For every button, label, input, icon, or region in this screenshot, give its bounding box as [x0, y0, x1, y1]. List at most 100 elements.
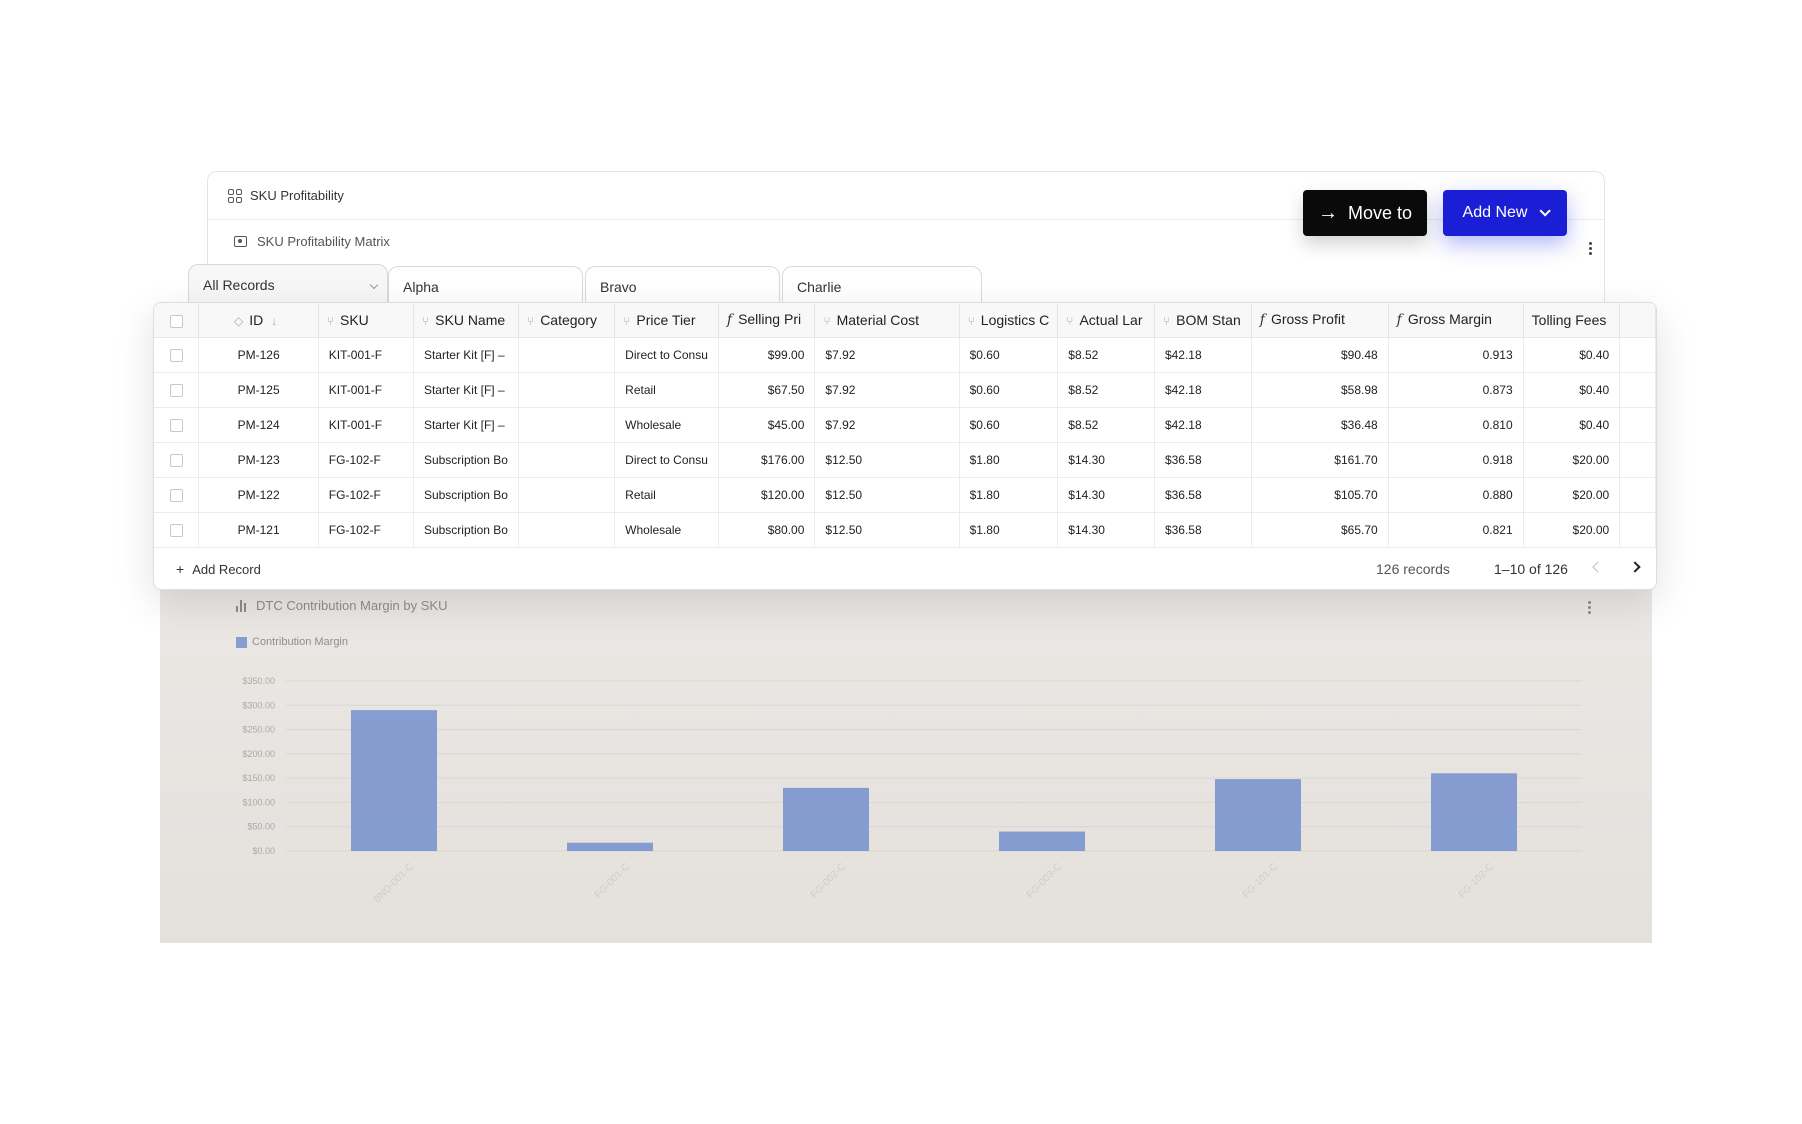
col-sku-name[interactable]: ⑂ SKU Name [413, 303, 519, 338]
table-cell[interactable]: Subscription Bo [413, 512, 519, 548]
table-row[interactable]: PM-126 KIT-001-F Starter Kit [F] – Direct t… [154, 337, 1656, 373]
tab-alpha[interactable]: Alpha [388, 266, 583, 304]
table-cell[interactable]: $0.40 [1523, 372, 1621, 408]
table-cell[interactable]: $0.60 [959, 372, 1059, 408]
table-cell[interactable]: PM-125 [198, 372, 319, 408]
table-cell[interactable] [518, 372, 616, 408]
table-cell[interactable]: PM-126 [198, 337, 319, 373]
table-cell[interactable] [518, 337, 616, 373]
table-cell[interactable]: $65.70 [1251, 512, 1389, 548]
col-gross-margin[interactable]: f Gross Margin [1388, 303, 1524, 338]
table-row[interactable]: PM-122 FG-102-F Subscription Bo Retail $120.… [154, 477, 1656, 513]
table-cell[interactable] [518, 407, 616, 443]
table-cell[interactable]: $42.18 [1154, 337, 1252, 373]
table-cell[interactable]: $36.48 [1251, 407, 1389, 443]
table-cell[interactable]: Subscription Bo [413, 477, 519, 513]
table-cell[interactable]: 0.918 [1388, 442, 1524, 478]
tab-bravo[interactable]: Bravo [585, 266, 780, 304]
col-actual-landed[interactable]: ⑂ Actual Lar [1057, 303, 1155, 338]
col-tolling-fees[interactable]: Tolling Fees [1523, 303, 1621, 338]
table-cell[interactable]: $8.52 [1057, 337, 1155, 373]
table-cell[interactable] [518, 477, 616, 513]
table-cell[interactable]: PM-124 [198, 407, 319, 443]
table-cell[interactable]: $14.30 [1057, 512, 1155, 548]
table-cell[interactable]: PM-122 [198, 477, 319, 513]
table-cell[interactable]: $1.80 [959, 477, 1059, 513]
table-cell[interactable]: $42.18 [1154, 407, 1252, 443]
col-material-cost[interactable]: ⑂ Material Cost [814, 303, 960, 338]
table-row[interactable]: PM-121 FG-102-F Subscription Bo Wholesale $8… [154, 512, 1656, 548]
row-select-cell[interactable] [154, 337, 200, 373]
table-cell[interactable]: Starter Kit [F] – [413, 407, 519, 443]
table-cell[interactable]: 0.873 [1388, 372, 1524, 408]
table-cell[interactable]: $67.50 [718, 372, 816, 408]
col-category[interactable]: ⑂ Category [518, 303, 616, 338]
table-cell[interactable]: $36.58 [1154, 442, 1252, 478]
table-cell[interactable]: $42.18 [1154, 372, 1252, 408]
table-row[interactable]: PM-124 KIT-001-F Starter Kit [F] – Wholesal… [154, 407, 1656, 443]
table-row[interactable]: PM-125 KIT-001-F Starter Kit [F] – Retail $6… [154, 372, 1656, 408]
table-cell[interactable]: Starter Kit [F] – [413, 372, 519, 408]
table-cell[interactable]: $14.30 [1057, 477, 1155, 513]
col-logistics-cost[interactable]: ⑂ Logistics C [959, 303, 1059, 338]
table-cell[interactable]: KIT-001-F [318, 407, 414, 443]
table-cell[interactable]: Retail [614, 477, 719, 513]
table-cell[interactable]: Retail [614, 372, 719, 408]
table-cell[interactable]: $120.00 [718, 477, 816, 513]
table-cell[interactable]: $1.80 [959, 512, 1059, 548]
row-checkbox[interactable] [169, 348, 183, 362]
col-id[interactable]: ◇ ID ↓ [198, 303, 319, 338]
tab-charlie[interactable]: Charlie [782, 266, 982, 304]
add-new-button[interactable]: Add New [1443, 190, 1567, 236]
table-row[interactable]: PM-123 FG-102-F Subscription Bo Direct to C… [154, 442, 1656, 478]
table-cell[interactable]: $20.00 [1523, 512, 1621, 548]
table-cell[interactable]: Direct to Consu [614, 337, 719, 373]
table-cell[interactable]: $20.00 [1523, 442, 1621, 478]
row-checkbox[interactable] [169, 418, 183, 432]
row-checkbox[interactable] [169, 453, 183, 467]
table-cell[interactable]: $80.00 [718, 512, 816, 548]
table-cell[interactable]: $0.60 [959, 407, 1059, 443]
chevron-left-icon[interactable] [1592, 561, 1604, 573]
table-cell[interactable]: $99.00 [718, 337, 816, 373]
move-to-button[interactable]: → Move to [1303, 190, 1427, 236]
table-cell[interactable]: PM-123 [198, 442, 319, 478]
row-select-cell[interactable] [154, 372, 200, 408]
row-select-cell[interactable] [154, 512, 200, 548]
col-sku[interactable]: ⑂ SKU [318, 303, 414, 338]
chevron-down-icon[interactable] [1539, 205, 1552, 217]
table-cell[interactable]: $12.50 [814, 442, 960, 478]
table-cell[interactable]: KIT-001-F [318, 337, 414, 373]
table-cell[interactable]: $90.48 [1251, 337, 1389, 373]
table-cell[interactable]: FG-102-F [318, 442, 414, 478]
table-cell[interactable]: $58.98 [1251, 372, 1389, 408]
table-cell[interactable]: $8.52 [1057, 407, 1155, 443]
col-price-tier[interactable]: ⑂ Price Tier [614, 303, 719, 338]
select-all-cell[interactable] [154, 303, 200, 338]
table-cell[interactable]: PM-121 [198, 512, 319, 548]
table-cell[interactable]: $161.70 [1251, 442, 1389, 478]
table-cell[interactable]: $105.70 [1251, 477, 1389, 513]
table-cell[interactable]: Wholesale [614, 407, 719, 443]
table-cell[interactable]: Wholesale [614, 512, 719, 548]
row-select-cell[interactable] [154, 477, 200, 513]
tab-all-records[interactable]: All Records [188, 264, 388, 304]
table-cell[interactable]: $0.60 [959, 337, 1059, 373]
chevron-right-icon[interactable] [1629, 561, 1641, 573]
table-cell[interactable]: KIT-001-F [318, 372, 414, 408]
table-cell[interactable]: $20.00 [1523, 477, 1621, 513]
table-cell[interactable]: $0.40 [1523, 337, 1621, 373]
table-cell[interactable] [518, 512, 616, 548]
row-checkbox[interactable] [169, 523, 183, 537]
table-cell[interactable]: $14.30 [1057, 442, 1155, 478]
col-gross-profit[interactable]: f Gross Profit [1251, 303, 1389, 338]
table-cell[interactable]: $0.40 [1523, 407, 1621, 443]
table-cell[interactable]: $36.58 [1154, 477, 1252, 513]
row-checkbox[interactable] [169, 488, 183, 502]
table-cell[interactable]: 0.821 [1388, 512, 1524, 548]
row-select-cell[interactable] [154, 407, 200, 443]
add-record-button[interactable]: + Add Record [176, 561, 261, 577]
chevron-down-icon[interactable] [369, 280, 379, 290]
matrix-more-icon[interactable] [1588, 242, 1592, 255]
select-all-checkbox[interactable] [169, 314, 183, 328]
